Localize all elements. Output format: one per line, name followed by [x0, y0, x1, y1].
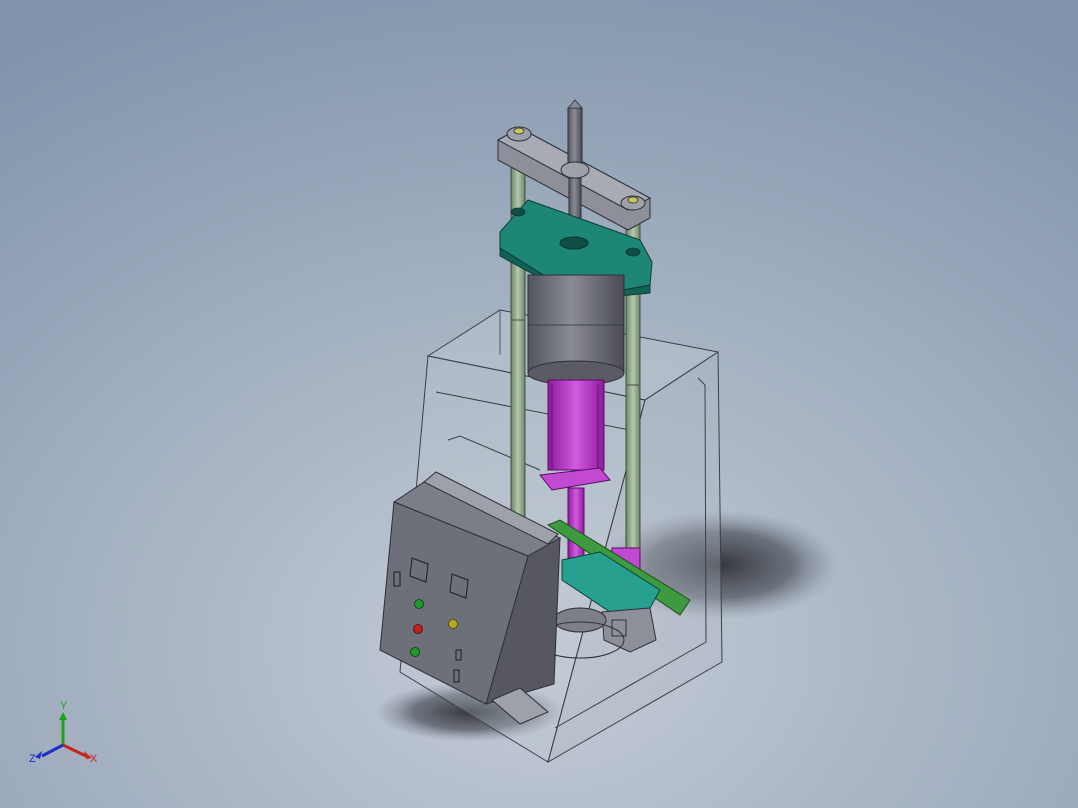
plate-hole-right: [625, 247, 641, 257]
triad-z-label: Z: [29, 753, 36, 765]
center-nut: [560, 161, 590, 179]
plate-hole-left: [510, 207, 526, 217]
indicator-light-red: [413, 624, 423, 634]
plate-center-hole: [559, 236, 589, 250]
cad-scene[interactable]: Y X Z: [0, 0, 1078, 808]
center-lead-screw: [567, 107, 583, 169]
triad-x-label: X: [90, 753, 98, 765]
nut-cap-right: [627, 196, 639, 204]
spindle-base: [553, 607, 607, 633]
indicator-light-green-top: [414, 599, 424, 609]
3d-viewport[interactable]: Y X Z: [0, 0, 1078, 808]
nut-cap-left: [513, 127, 525, 135]
piston-sleeve: [547, 379, 605, 471]
indicator-light-green-bottom: [410, 647, 420, 657]
cylinder-body: [527, 274, 625, 374]
triad-y-label: Y: [60, 700, 68, 712]
indicator-light-yellow: [448, 619, 458, 629]
hydraulic-cylinder[interactable]: [527, 274, 625, 386]
